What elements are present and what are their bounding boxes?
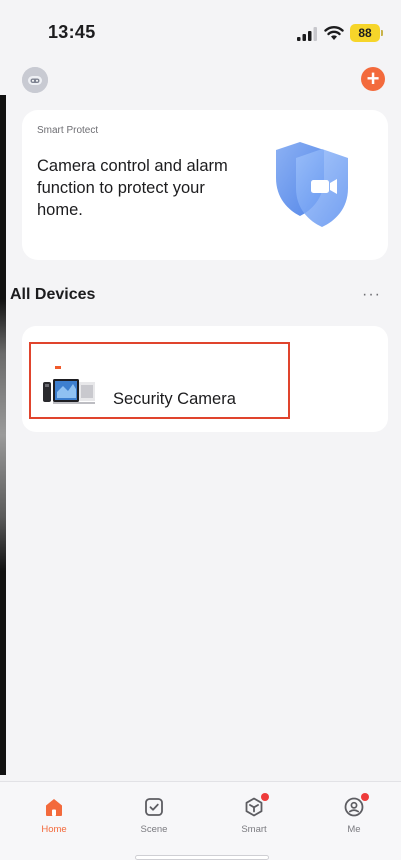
device-item-security-camera[interactable]: Security Camera bbox=[29, 342, 290, 419]
bottom-tab-bar: Home Scene Smart Me bbox=[0, 781, 401, 860]
device-list-card: Security Camera bbox=[22, 326, 388, 432]
all-devices-title: All Devices bbox=[10, 286, 96, 303]
camera-device-thumbnail bbox=[41, 362, 97, 412]
tab-scene-label: Scene bbox=[140, 824, 168, 835]
tab-me[interactable]: Me bbox=[314, 793, 394, 835]
robot-avatar-icon[interactable] bbox=[22, 67, 48, 93]
add-device-button[interactable]: + bbox=[361, 67, 385, 91]
me-badge-dot bbox=[361, 793, 369, 801]
smart-protect-card[interactable]: Smart Protect Camera control and alarm f… bbox=[22, 110, 388, 260]
tab-me-label: Me bbox=[347, 824, 361, 835]
wifi-icon bbox=[324, 26, 344, 40]
plus-icon: + bbox=[366, 66, 380, 91]
profile-icon bbox=[343, 793, 369, 818]
battery-indicator: 88 bbox=[350, 24, 380, 42]
tab-home-label: Home bbox=[41, 824, 67, 835]
status-bar: 13:45 88 bbox=[0, 22, 401, 48]
tab-smart[interactable]: Smart bbox=[214, 793, 294, 835]
app-screen: 13:45 88 + Smart Protect Camera control bbox=[0, 0, 401, 860]
smart-cube-icon bbox=[243, 793, 269, 818]
tab-smart-label: Smart bbox=[241, 824, 267, 835]
smart-protect-label: Smart Protect bbox=[37, 125, 99, 136]
tab-scene[interactable]: Scene bbox=[114, 796, 194, 835]
more-options-icon[interactable]: ··· bbox=[362, 287, 384, 303]
home-indicator[interactable] bbox=[135, 855, 269, 860]
signal-icon bbox=[297, 27, 317, 41]
device-name: Security Camera bbox=[113, 390, 236, 408]
smart-protect-description: Camera control and alarm function to pro… bbox=[37, 157, 228, 219]
shield-camera-icon bbox=[276, 142, 348, 227]
background-app-edge bbox=[0, 95, 6, 775]
scene-check-icon bbox=[143, 796, 165, 818]
battery-tip bbox=[381, 30, 383, 36]
home-icon bbox=[43, 796, 65, 818]
tab-home[interactable]: Home bbox=[14, 796, 94, 835]
status-time: 13:45 bbox=[48, 22, 96, 42]
smart-badge-dot bbox=[261, 793, 269, 801]
